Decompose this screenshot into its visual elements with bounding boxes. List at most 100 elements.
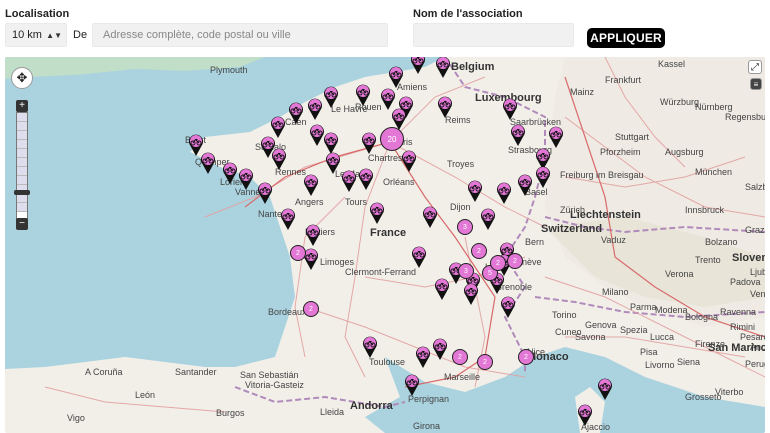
bike-marker-icon[interactable] (517, 173, 533, 197)
bike-marker-icon[interactable] (411, 245, 427, 269)
bike-marker-icon[interactable] (305, 223, 321, 247)
bike-marker-icon[interactable] (510, 123, 526, 147)
cluster-marker[interactable]: 2 (303, 301, 319, 317)
bike-marker-icon[interactable] (410, 57, 426, 75)
city-label: Vaduz (601, 235, 626, 245)
country-label: Slovenia (732, 252, 765, 264)
association-label: Nom de l'association (413, 8, 523, 20)
bike-marker-icon[interactable] (362, 335, 378, 359)
bike-marker-icon[interactable] (463, 282, 479, 306)
bike-marker-icon[interactable] (303, 173, 319, 197)
layers-icon[interactable]: ≡ (750, 78, 762, 90)
city-label: Ljubljana (750, 267, 765, 277)
bike-marker-icon[interactable] (415, 345, 431, 369)
bike-marker-icon[interactable] (271, 147, 287, 171)
city-label: Dijon (450, 202, 471, 212)
bike-marker-icon[interactable] (577, 403, 593, 427)
cluster-marker[interactable]: 2 (507, 253, 523, 269)
bike-marker-icon[interactable] (355, 83, 371, 107)
city-label: Mainz (570, 87, 595, 97)
bike-marker-icon[interactable] (341, 169, 357, 193)
city-label: München (695, 167, 733, 177)
city-label: Venezia (750, 289, 765, 299)
zoom-slider-handle[interactable] (14, 190, 30, 195)
bike-marker-icon[interactable] (404, 373, 420, 397)
city-label: Padova (730, 277, 761, 287)
city-label: Vitoria-Gasteiz (245, 380, 304, 390)
country-label: Belgium (451, 61, 495, 73)
city-label: Tours (345, 197, 368, 207)
fullscreen-icon[interactable]: ⤢ (748, 60, 762, 74)
bike-marker-icon[interactable] (435, 57, 451, 79)
cluster-marker[interactable]: 20 (380, 127, 404, 151)
city-label: Genova (585, 320, 617, 330)
pan-control[interactable]: ✥ (11, 67, 33, 89)
cluster-marker[interactable]: 2 (290, 245, 306, 261)
city-label: A Coruña (85, 367, 123, 377)
bike-marker-icon[interactable] (388, 65, 404, 89)
city-label: Troyes (447, 159, 475, 169)
bike-marker-icon[interactable] (434, 277, 450, 301)
cluster-marker[interactable]: 2 (452, 349, 468, 365)
zoom-in-button[interactable]: + (16, 100, 28, 112)
city-label: Orléans (383, 177, 415, 187)
bike-marker-icon[interactable] (288, 101, 304, 125)
bike-marker-icon[interactable] (496, 181, 512, 205)
city-label: Pesaro (740, 332, 765, 342)
bike-marker-icon[interactable] (200, 151, 216, 175)
map[interactable]: ✥ + − ⤢ ≡ Belgium Luxembourg France Switzer… (5, 57, 765, 433)
city-label: Bordeaux (268, 307, 307, 317)
cluster-marker[interactable]: 2 (518, 349, 534, 365)
bike-marker-icon[interactable] (500, 295, 516, 319)
association-input[interactable] (413, 23, 574, 47)
city-label: Stuttgart (615, 132, 650, 142)
bike-marker-icon[interactable] (307, 97, 323, 121)
bike-marker-icon[interactable] (222, 161, 238, 185)
city-label: Bologna (685, 312, 719, 322)
city-label: Modena (655, 305, 688, 315)
city-label: San Sebastián (240, 370, 299, 380)
zoom-out-button[interactable]: − (16, 218, 28, 230)
bike-marker-icon[interactable] (361, 131, 377, 155)
city-label: Pforzheim (600, 147, 641, 157)
city-label: Bern (525, 237, 545, 247)
bike-marker-icon[interactable] (432, 337, 448, 361)
city-label: Lucca (650, 332, 675, 342)
bike-marker-icon[interactable] (325, 151, 341, 175)
bike-marker-icon[interactable] (238, 167, 254, 191)
bike-marker-icon[interactable] (437, 95, 453, 119)
city-label: Ancona (750, 342, 765, 352)
bike-marker-icon[interactable] (280, 207, 296, 231)
bike-marker-icon[interactable] (535, 165, 551, 189)
zoom-slider[interactable] (16, 112, 28, 222)
city-label: Angers (295, 197, 324, 207)
address-input[interactable]: Adresse complète, code postal ou ville (92, 23, 388, 47)
bike-marker-icon[interactable] (597, 377, 613, 401)
bike-marker-icon[interactable] (369, 201, 385, 225)
city-label: Regensburg (725, 112, 765, 122)
cluster-marker[interactable]: 2 (490, 255, 506, 271)
city-label: Rimini (730, 322, 756, 332)
bike-marker-icon[interactable] (358, 167, 374, 191)
distance-select[interactable]: 10 km ▲▼ (5, 23, 67, 47)
cluster-marker[interactable]: 2 (471, 243, 487, 259)
bike-marker-icon[interactable] (323, 85, 339, 109)
cluster-marker[interactable]: 3 (458, 263, 474, 279)
bike-marker-icon[interactable] (401, 149, 417, 173)
bike-marker-icon[interactable] (548, 125, 564, 149)
bike-marker-icon[interactable] (422, 205, 438, 229)
apply-button[interactable]: APPLIQUER (587, 28, 665, 48)
city-label: Salzburg (745, 182, 765, 192)
city-label: Viterbo (715, 387, 744, 397)
bike-marker-icon[interactable] (480, 207, 496, 231)
city-label: Parma (630, 302, 657, 312)
cluster-marker[interactable]: 3 (457, 219, 473, 235)
cluster-marker[interactable]: 2 (477, 354, 493, 370)
city-label: Spezia (620, 325, 648, 335)
city-label: Verona (665, 269, 694, 279)
city-label: Vigo (67, 413, 85, 423)
country-label: France (370, 227, 407, 239)
bike-marker-icon[interactable] (257, 181, 273, 205)
bike-marker-icon[interactable] (502, 97, 518, 121)
bike-marker-icon[interactable] (467, 179, 483, 203)
